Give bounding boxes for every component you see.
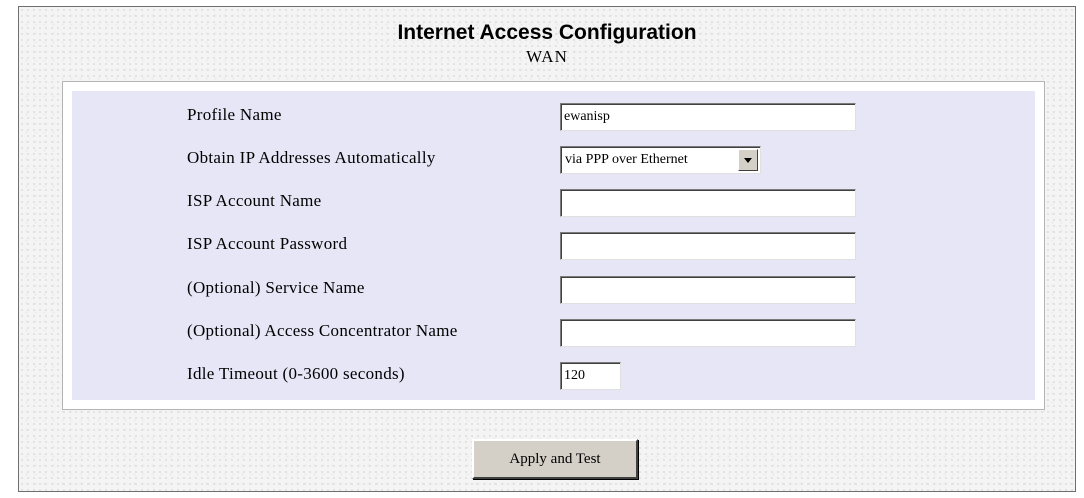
access-concentrator-row: (Optional) Access Concentrator Name — [72, 317, 1035, 347]
dropdown-button[interactable] — [738, 149, 758, 171]
service-name-row: (Optional) Service Name — [72, 274, 1035, 304]
form-panel: Profile Name ewanisp Obtain IP Addresses… — [62, 81, 1045, 410]
service-name-input[interactable] — [560, 276, 856, 304]
obtain-ip-label: Obtain IP Addresses Automatically — [187, 148, 436, 167]
page-subtitle: WAN — [526, 47, 568, 66]
idle-timeout-label: Idle Timeout (0-3600 seconds) — [187, 364, 405, 383]
idle-timeout-input[interactable]: 120 — [560, 362, 621, 390]
obtain-ip-row: Obtain IP Addresses Automatically via PP… — [72, 144, 1035, 174]
profile-name-row: Profile Name ewanisp — [72, 101, 1035, 131]
idle-timeout-row: Idle Timeout (0-3600 seconds) 120 — [72, 360, 1035, 390]
apply-and-test-button[interactable]: Apply and Test — [472, 439, 638, 479]
access-concentrator-input[interactable] — [560, 319, 856, 347]
chevron-down-icon — [744, 158, 752, 163]
service-name-label: (Optional) Service Name — [187, 278, 365, 297]
profile-name-label: Profile Name — [187, 105, 282, 124]
isp-account-name-input[interactable] — [560, 189, 856, 217]
isp-account-password-row: ISP Account Password — [72, 230, 1035, 260]
access-concentrator-label: (Optional) Access Concentrator Name — [187, 321, 458, 340]
obtain-ip-select[interactable]: via PPP over Ethernet — [560, 146, 761, 174]
profile-name-input[interactable]: ewanisp — [560, 103, 856, 131]
isp-account-password-label: ISP Account Password — [187, 234, 348, 253]
isp-account-password-input[interactable] — [560, 232, 856, 260]
isp-account-name-row: ISP Account Name — [72, 187, 1035, 217]
isp-account-name-label: ISP Account Name — [187, 191, 322, 210]
page-title: Internet Access Configuration — [397, 21, 697, 44]
obtain-ip-selected-value: via PPP over Ethernet — [565, 152, 688, 167]
config-frame: Internet Access Configuration WAN Profil… — [18, 6, 1076, 492]
form-panel-inner: Profile Name ewanisp Obtain IP Addresses… — [72, 91, 1035, 400]
